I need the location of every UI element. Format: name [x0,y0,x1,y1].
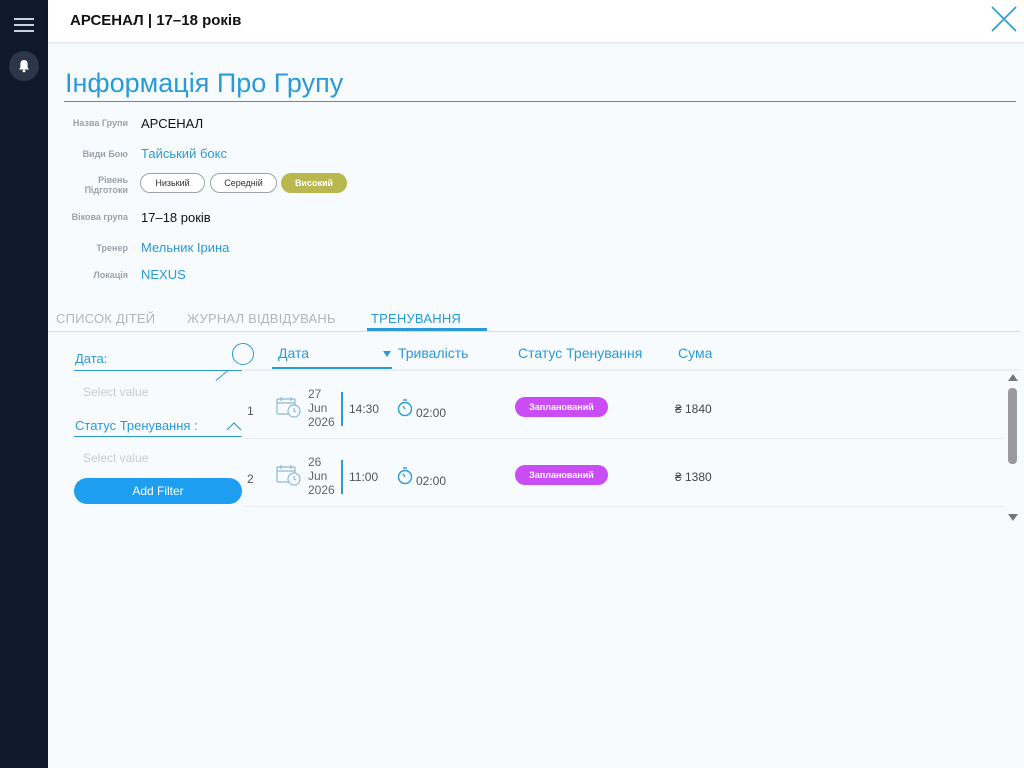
row-time: 14:30 [349,402,380,416]
table-row[interactable]: 2 26 Jun 2026 11:00 02:00 Запланований ₴… [244,439,1004,507]
title-underline [64,101,1016,102]
level-label-line1: Рівень [98,175,128,185]
date-filter-underline [74,370,242,371]
row-date: 26 Jun 2026 [308,455,335,497]
column-header-status[interactable]: Статус Тренування [518,345,642,361]
row-duration: 02:00 [416,406,447,420]
column-header-duration[interactable]: Тривалість [398,345,468,361]
menu-icon[interactable] [14,18,34,36]
status-badge: Запланований [515,465,608,485]
row-time: 11:00 [349,470,379,484]
sidebar [0,0,48,768]
row-number: 1 [247,404,254,418]
page-title: Інформація Про Групу [65,68,344,98]
location-value[interactable]: NEXUS [141,267,186,282]
date-filter-select[interactable]: Select value [83,385,148,399]
stopwatch-icon [397,467,413,485]
group-name-value: АРСЕНАЛ [141,116,204,131]
date-filter-label: Дата: [75,351,108,366]
status-badge: Запланований [515,397,608,417]
row-number: 2 [247,472,254,486]
top-bar: АРСЕНАЛ | 17–18 років [48,0,1024,43]
tab-children-list[interactable]: СПИСОК ДІТЕЙ [56,311,155,326]
tab-trainings[interactable]: ТРЕНУВАННЯ [371,311,461,326]
trainer-value[interactable]: Мельник Ірина [141,240,229,255]
row-date-month: Jun [308,401,328,415]
location-label: Локація [93,270,128,280]
status-filter-label: Статус Тренування : [75,418,198,433]
row-sum: ₴ 1380 [675,470,712,484]
scroll-down-arrow[interactable] [1008,514,1018,521]
date-time-divider [341,460,343,494]
row-date-day: 26 [308,455,322,469]
column-header-date[interactable]: Дата [278,345,309,361]
close-button[interactable] [988,3,1020,35]
fight-types-label: Види Бою [82,149,128,159]
tabs-divider [48,331,1020,332]
sort-down-icon[interactable] [383,351,391,357]
level-label: Рівень Підготоки [60,175,128,195]
window-title: АРСЕНАЛ | 17–18 років [70,12,242,29]
scrollbar-thumb[interactable] [1008,388,1017,464]
column-header-sum[interactable]: Сума [678,345,712,361]
calendar-icon [276,397,301,418]
row-sum: ₴ 1840 [675,402,712,416]
row-date-month: Jun [308,469,328,483]
level-option-low[interactable]: Низький [140,173,205,193]
bell-icon [19,60,29,73]
level-option-medium[interactable]: Середній [210,173,277,193]
group-name-label: Назва Групи [72,118,128,128]
level-label-line2: Підготоки [84,185,128,195]
scroll-up-arrow[interactable] [1008,374,1018,381]
trainer-label: Тренер [96,243,128,253]
table-row[interactable]: 1 27 Jun 2026 14:30 02:00 Запланований ₴… [244,371,1004,439]
row-date: 27 Jun 2026 [308,387,335,429]
status-filter-select[interactable]: Select value [83,451,148,465]
search-icon[interactable] [232,343,254,365]
date-time-divider [341,392,343,426]
tab-attendance-journal[interactable]: ЖУРНАЛ ВІДВІДУВАНЬ [187,311,336,326]
chevron-up-icon[interactable] [226,421,242,431]
age-group-value: 17–18 років [141,210,211,225]
search-handle [215,370,229,382]
notifications-button[interactable] [9,51,39,81]
level-option-high[interactable]: Високий [281,173,347,193]
status-filter-underline [74,436,242,437]
row-date-year: 2026 [308,483,335,497]
fight-types-value[interactable]: Тайський бокс [141,146,227,161]
row-date-year: 2026 [308,415,335,429]
age-group-label: Вікова група [71,212,128,222]
add-filter-button[interactable]: Add Filter [74,478,242,504]
stopwatch-icon [397,399,413,417]
calendar-icon [276,465,301,486]
close-icon [991,6,1017,32]
row-date-day: 27 [308,387,322,401]
row-duration: 02:00 [416,474,447,488]
